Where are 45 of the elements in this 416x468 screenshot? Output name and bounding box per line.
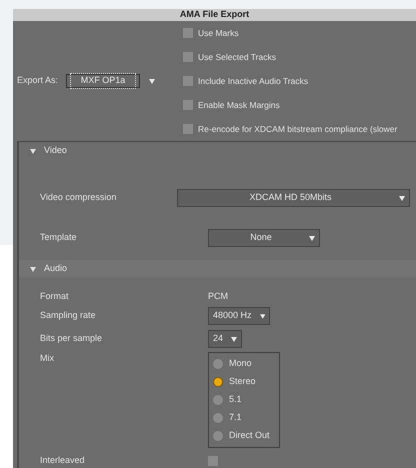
format-value: PCM — [208, 290, 228, 304]
option-label: Enable Mask Margins — [198, 98, 280, 112]
radio-button[interactable] — [213, 395, 223, 405]
radio-label: 5.1 — [229, 393, 242, 406]
section-header[interactable]: Video — [19, 142, 416, 160]
radio-button[interactable] — [213, 359, 223, 369]
section-header[interactable]: Audio — [19, 260, 416, 278]
checkbox[interactable] — [183, 124, 193, 134]
checkbox[interactable] — [183, 100, 193, 110]
caret-icon — [399, 196, 405, 200]
field-label: Bits per sample — [39, 332, 104, 346]
field-label: Format — [39, 290, 70, 304]
caret-icon — [260, 314, 265, 318]
disclosure-triangle-icon — [30, 148, 36, 154]
caret-icon — [231, 336, 237, 342]
option-label: Re-encode for XDCAM bitstream compliance (slower — [198, 122, 398, 136]
dropdown[interactable]: 48000 Hz — [208, 307, 270, 325]
checkbox[interactable] — [183, 28, 193, 38]
field-label: Template — [39, 231, 78, 244]
radio-label: 7.1 — [229, 411, 242, 424]
option-label: Use Selected Tracks — [198, 50, 276, 64]
caret-icon — [309, 236, 315, 240]
radio-label: Stereo — [229, 375, 256, 388]
radio-button[interactable] — [213, 431, 223, 441]
field-label: Mix — [39, 352, 55, 365]
radio-button[interactable] — [213, 413, 223, 423]
field-label: Sampling rate — [39, 309, 97, 322]
radio-label: Direct Out — [229, 429, 270, 442]
checkbox[interactable] — [183, 52, 193, 62]
dropdown[interactable]: 24 — [208, 330, 242, 348]
export-format-dropdown[interactable]: MXF OP1a — [66, 74, 140, 88]
export-as-label: Export As: — [17, 74, 58, 88]
checkbox[interactable] — [208, 456, 218, 466]
window-title: AMA File Export — [13, 9, 416, 21]
option-label: Use Marks — [198, 26, 239, 40]
field-label: Video compression — [39, 191, 118, 204]
disclosure-triangle-icon — [30, 266, 36, 272]
option-label: Include Inactive Audio Tracks — [198, 74, 308, 88]
caret-icon — [149, 78, 156, 84]
field-label: Interleaved — [39, 454, 86, 468]
checkbox[interactable] — [183, 76, 193, 86]
radio-label: Mono — [229, 357, 252, 370]
dropdown[interactable]: XDCAM HD 50Mbits — [177, 189, 410, 207]
radio-button[interactable] — [213, 377, 223, 387]
dropdown[interactable]: None — [208, 229, 320, 247]
